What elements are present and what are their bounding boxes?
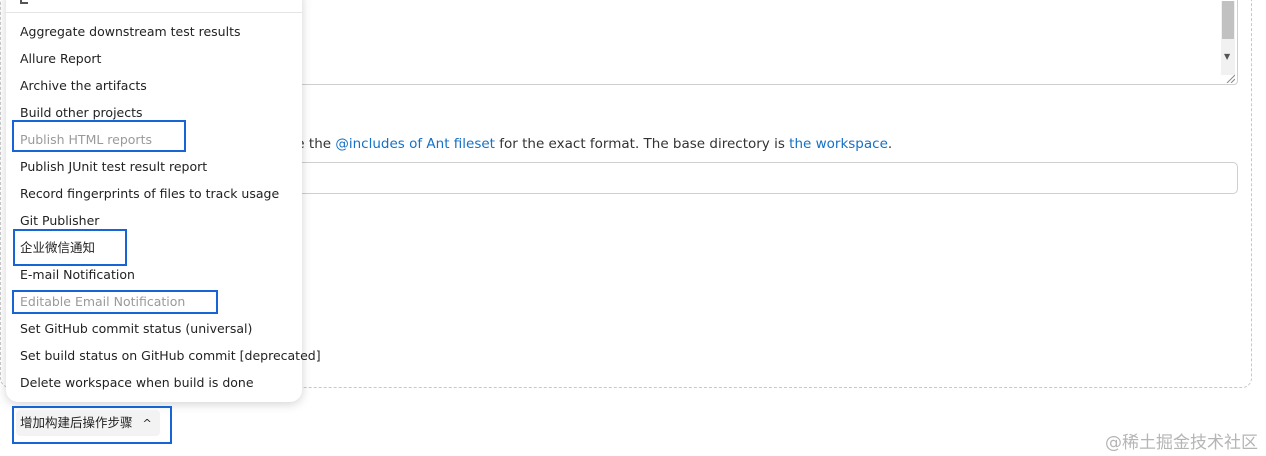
help-middle: for the exact format. The base directory… bbox=[494, 136, 790, 152]
menu-item-delete-workspace[interactable]: Delete workspace when build is done bbox=[20, 375, 254, 391]
menu-item-archive-artifacts[interactable]: Archive the artifacts bbox=[20, 78, 147, 94]
watermark: @稀土掘金技术社区 bbox=[1105, 433, 1258, 453]
resize-handle-icon[interactable] bbox=[1225, 73, 1235, 83]
menu-item-email-notification[interactable]: E-mail Notification bbox=[20, 267, 135, 283]
post-build-action-menu: Aggregate downstream test results Allure… bbox=[6, 0, 321, 402]
scroll-down-arrow-icon[interactable]: ▼ bbox=[1224, 53, 1230, 61]
workspace-link[interactable]: the workspace bbox=[789, 136, 888, 152]
add-post-build-step-highlight: 增加构建后操作步骤 ^ bbox=[12, 406, 172, 444]
menu-divider bbox=[6, 12, 302, 13]
fileset-help-text: ee the @includes of Ant fileset for the … bbox=[288, 136, 892, 152]
menu-item-github-commit-status[interactable]: Set GitHub commit status (universal) bbox=[20, 321, 252, 337]
menu-item-git-publisher[interactable]: Git Publisher bbox=[20, 213, 99, 229]
menu-item-publish-html-reports: Publish HTML reports bbox=[20, 132, 152, 147]
ant-fileset-link[interactable]: @includes of Ant fileset bbox=[335, 136, 495, 152]
menu-item-build-other-projects[interactable]: Build other projects bbox=[20, 105, 143, 121]
textarea-scrollbar[interactable]: ▼ bbox=[1221, 1, 1235, 75]
files-pattern-input[interactable] bbox=[240, 162, 1238, 194]
add-post-build-step-button[interactable]: 增加构建后操作步骤 ^ bbox=[16, 410, 160, 436]
chevron-up-icon: ^ bbox=[142, 417, 152, 430]
menu-item-publish-junit[interactable]: Publish JUnit test result report bbox=[20, 159, 207, 175]
add-step-label: 增加构建后操作步骤 bbox=[20, 415, 133, 430]
menu-item-aggregate-downstream[interactable]: Aggregate downstream test results bbox=[20, 24, 241, 40]
menu-item-github-build-status[interactable]: Set build status on GitHub commit [depre… bbox=[20, 348, 321, 364]
help-suffix: . bbox=[887, 136, 893, 152]
scrollbar-thumb[interactable] bbox=[1222, 1, 1234, 39]
menu-item-editable-email: Editable Email Notification bbox=[20, 294, 186, 309]
menu-item-wechat-notify[interactable]: 企业微信通知 bbox=[20, 240, 95, 256]
menu-item-record-fingerprints[interactable]: Record fingerprints of files to track us… bbox=[20, 186, 279, 202]
menu-top-icon bbox=[20, 0, 28, 4]
menu-item-allure-report[interactable]: Allure Report bbox=[20, 51, 101, 67]
